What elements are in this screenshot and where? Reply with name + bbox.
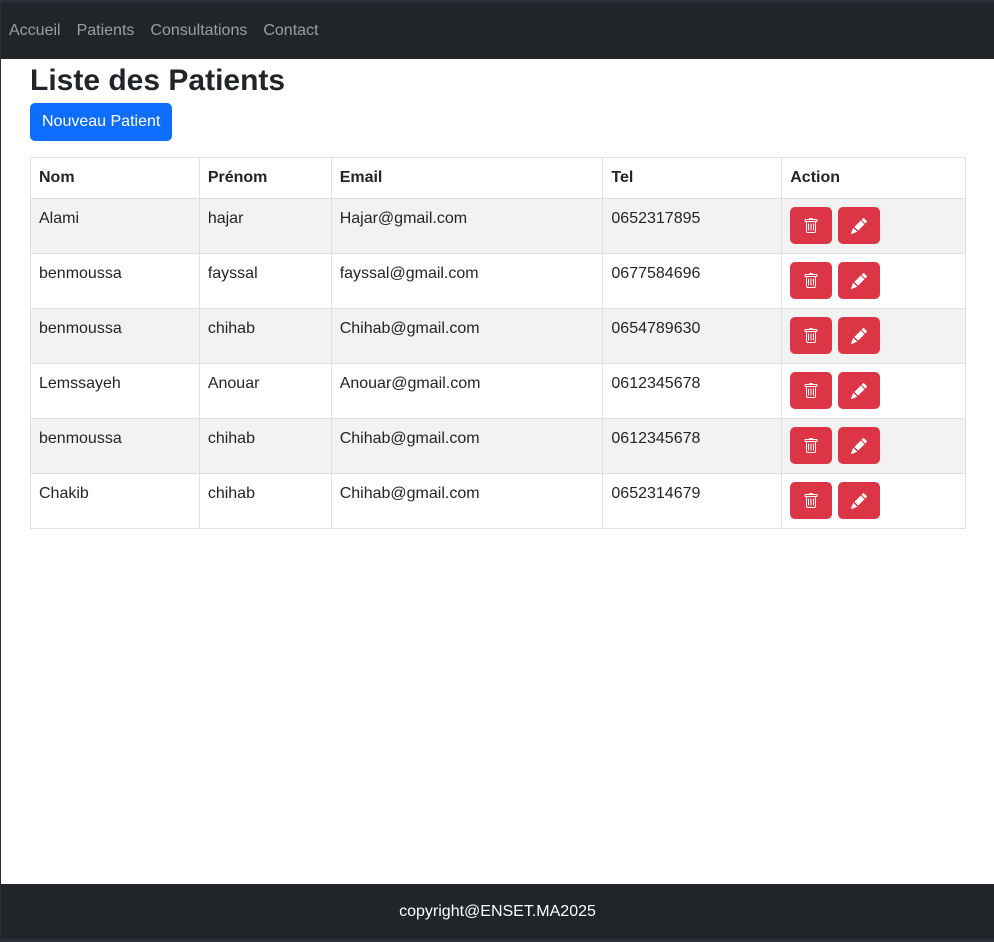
table-row: Alami hajar Hajar@gmail.com 0652317895 [30,198,966,254]
nav-link-consultations[interactable]: Consultations [150,19,247,43]
pencil-icon [850,492,867,509]
delete-patient-button[interactable] [790,317,833,354]
nav-link-accueil[interactable]: Accueil [9,19,61,43]
patients-table-body: Alami hajar Hajar@gmail.com 0652317895 benm… [30,198,966,529]
column-header-nom: Nom [30,157,200,199]
edit-patient-button[interactable] [837,372,880,409]
cell-action [781,308,966,364]
cell-nom: benmoussa [30,253,200,309]
cell-prenom: chihab [198,418,332,474]
cell-email: Anouar@gmail.com [330,363,604,419]
trash-icon [803,437,819,454]
cell-tel: 0612345678 [602,363,783,419]
column-header-tel: Tel [602,157,783,199]
edit-patient-button[interactable] [837,427,880,464]
new-patient-button[interactable]: Nouveau Patient [30,103,173,141]
cell-prenom: Anouar [198,363,332,419]
pencil-icon [850,217,867,234]
trash-icon [803,492,819,509]
cell-nom: Lemssayeh [30,363,200,419]
delete-patient-button[interactable] [790,207,833,244]
cell-prenom: chihab [198,473,332,529]
cell-nom: benmoussa [30,308,200,364]
cell-action [781,473,966,529]
patients-table: Nom Prénom Email Tel Action Alami hajar Ha… [30,157,966,529]
cell-tel: 0612345678 [602,418,783,474]
cell-action [781,198,966,254]
delete-patient-button[interactable] [790,482,833,519]
table-row: benmoussa chihab Chihab@gmail.com 061234567… [30,418,966,474]
column-header-action: Action [781,157,966,199]
cell-prenom: chihab [198,308,332,364]
pencil-icon [850,382,867,399]
trash-icon [803,382,819,399]
table-row: benmoussa chihab Chihab@gmail.com 065478963… [30,308,966,364]
nav-link-patients[interactable]: Patients [77,19,135,43]
nav-link-contact[interactable]: Contact [263,19,318,43]
cell-tel: 0652317895 [602,198,783,254]
footer-copyright: copyright@ENSET.MA2025 [399,902,596,920]
pencil-icon [850,437,867,454]
cell-action [781,253,966,309]
delete-patient-button[interactable] [790,372,833,409]
pencil-icon [850,327,867,344]
cell-prenom: hajar [198,198,332,254]
cell-email: Chihab@gmail.com [330,473,604,529]
cell-action [781,418,966,474]
cell-tel: 0677584696 [602,253,783,309]
cell-tel: 0654789630 [602,308,783,364]
cell-tel: 0652314679 [602,473,783,529]
cell-nom: Alami [30,198,200,254]
table-row: benmoussa fayssal fayssal@gmail.com 0677584… [30,253,966,309]
cell-action [781,363,966,419]
cell-email: Chihab@gmail.com [330,418,604,474]
trash-icon [803,217,819,234]
column-header-email: Email [330,157,604,199]
cell-email: Chihab@gmail.com [330,308,604,364]
trash-icon [803,327,819,344]
trash-icon [803,272,819,289]
cell-nom: Chakib [30,473,200,529]
app-window: Accueil Patients Consultations Contact L… [1,3,994,939]
column-header-prenom: Prénom [198,157,332,199]
edit-patient-button[interactable] [837,317,880,354]
pencil-icon [850,272,867,289]
page-footer: copyright@ENSET.MA2025 [1,884,994,939]
delete-patient-button[interactable] [790,427,833,464]
cell-email: fayssal@gmail.com [330,253,604,309]
table-header-row: Nom Prénom Email Tel Action [30,157,966,199]
page-title: Liste des Patients [30,64,286,97]
edit-patient-button[interactable] [837,482,880,519]
cell-nom: benmoussa [30,418,200,474]
top-navbar: Accueil Patients Consultations Contact [1,3,994,59]
cell-email: Hajar@gmail.com [330,198,604,254]
edit-patient-button[interactable] [837,262,880,299]
table-row: Chakib chihab Chihab@gmail.com 0652314679 [30,473,966,529]
delete-patient-button[interactable] [790,262,833,299]
table-row: Lemssayeh Anouar Anouar@gmail.com 061234567… [30,363,966,419]
cell-prenom: fayssal [198,253,332,309]
edit-patient-button[interactable] [837,207,880,244]
